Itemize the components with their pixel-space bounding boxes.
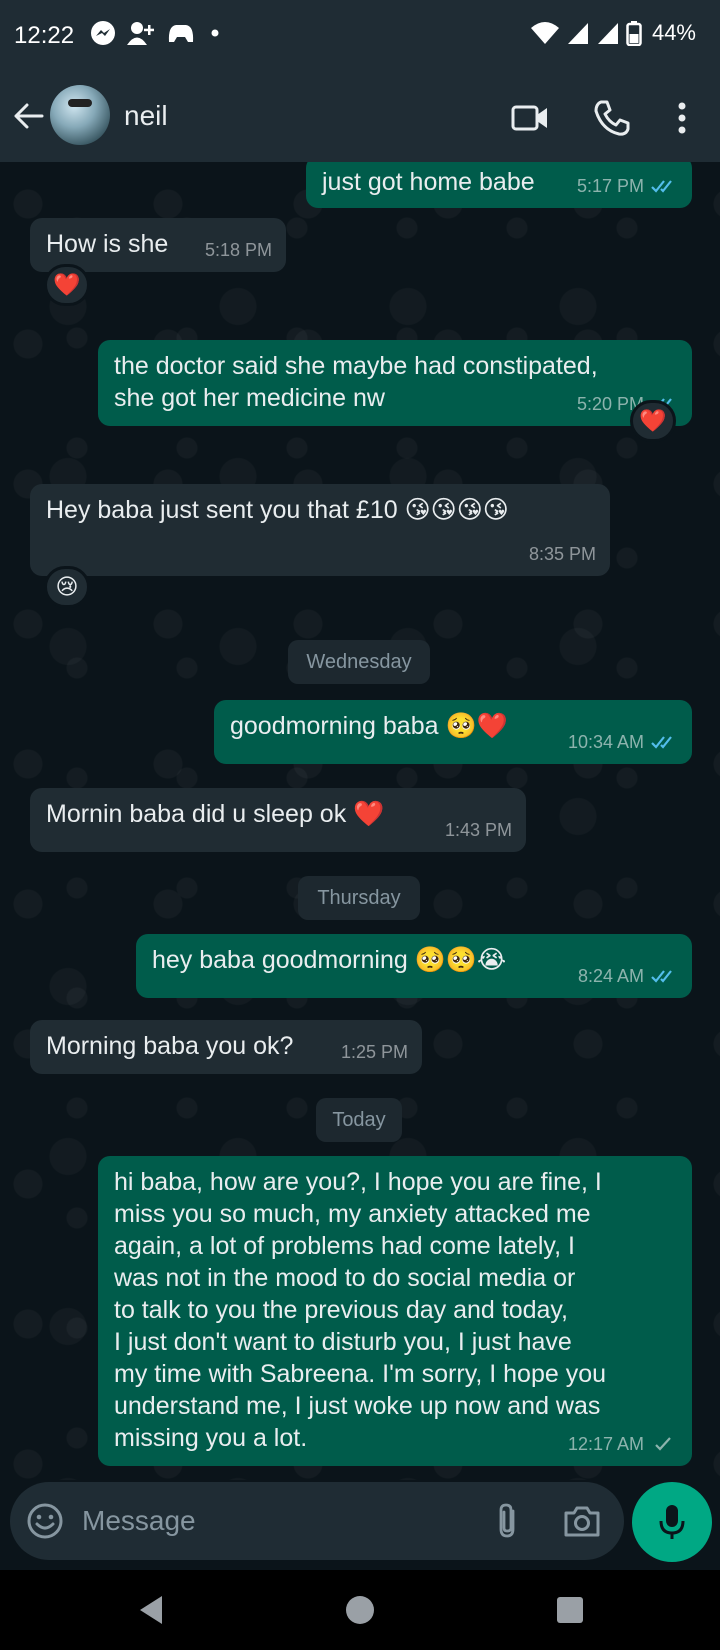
video-call-icon[interactable]: [510, 98, 550, 138]
message-time: 8:35 PM: [528, 544, 596, 564]
message-time: 1:43 PM: [444, 820, 512, 840]
message-meta: 5:17 PM: [577, 170, 678, 202]
message-time: 5:18 PM: [204, 240, 272, 260]
nav-recents-icon[interactable]: [552, 1592, 588, 1628]
message-bubble-incoming[interactable]: Hey baba just sent you that £10 😘😘😘😘 8:3…: [30, 484, 610, 576]
message-text: Hey baba just sent you that £10 😘😘😘😘: [46, 496, 509, 524]
back-arrow-icon[interactable]: [12, 98, 48, 134]
message-meta: 5:18 PM: [205, 234, 272, 266]
message-meta: 8:35 PM: [529, 538, 596, 570]
chat-header: neil: [0, 72, 720, 162]
contact-avatar[interactable]: [50, 85, 110, 145]
system-nav-bar: [0, 1570, 720, 1650]
double-check-icon: [651, 180, 672, 193]
message-reaction[interactable]: ❤️: [44, 264, 90, 306]
more-vert-icon[interactable]: [664, 98, 700, 138]
status-time: 12:22: [14, 22, 75, 49]
single-check-icon: [655, 1437, 671, 1451]
game-controller-icon: [168, 25, 194, 42]
message-time: 8:24 AM: [577, 966, 644, 986]
message-text: Mornin baba did u sleep ok ❤️: [46, 800, 385, 828]
chat-area[interactable]: just got home babe 5:17 PM How is she 5:…: [0, 162, 720, 1480]
phone-icon[interactable]: [592, 98, 632, 138]
message-meta: 10:34 AM: [568, 726, 678, 758]
message-bubble-outgoing[interactable]: hey baba goodmorning 🥺🥺😭 8:24 AM: [136, 934, 692, 998]
contact-name[interactable]: neil: [124, 100, 168, 132]
message-bubble-outgoing[interactable]: goodmorning baba 🥺❤️ 10:34 AM: [214, 700, 692, 764]
battery-icon: [626, 21, 642, 46]
message-bubble-incoming[interactable]: Mornin baba did u sleep ok ❤️ 1:43 PM: [30, 788, 526, 852]
message-bubble-incoming[interactable]: Morning baba you ok? 1:25 PM: [30, 1020, 422, 1074]
double-check-icon: [651, 970, 672, 983]
mic-button[interactable]: [632, 1482, 712, 1562]
message-reaction[interactable]: ❤️: [630, 400, 676, 442]
day-separator: Thursday: [298, 876, 420, 920]
nav-back-icon[interactable]: [134, 1592, 170, 1628]
message-time: 12:17 AM: [567, 1434, 644, 1454]
day-separator: Wednesday: [288, 640, 430, 684]
wifi-icon: [530, 22, 559, 44]
day-separator: Today: [316, 1098, 402, 1142]
signal-icon: [597, 23, 618, 44]
mic-icon: [659, 1505, 685, 1539]
composer-bar: [0, 1480, 720, 1570]
nav-home-icon[interactable]: [342, 1592, 378, 1628]
messenger-icon: [91, 21, 115, 45]
message-bubble-outgoing[interactable]: just got home babe 5:17 PM: [306, 162, 692, 208]
system-indicators: 44%: [530, 20, 696, 46]
message-composer: [10, 1482, 624, 1560]
double-check-icon: [651, 736, 672, 749]
message-time: 1:25 PM: [340, 1042, 408, 1062]
message-reaction[interactable]: 😢: [44, 566, 90, 608]
message-text: hi baba, how are you?, I hope you are fi…: [114, 1168, 607, 1452]
emoji-icon[interactable]: [26, 1502, 64, 1540]
battery-percentage: 44%: [651, 20, 696, 45]
message-input[interactable]: [82, 1498, 462, 1544]
message-meta: 8:24 AM: [578, 960, 678, 992]
dot-icon: [211, 29, 219, 37]
message-time: 10:34 AM: [567, 732, 644, 752]
add-person-icon: [127, 22, 154, 45]
message-meta: 1:25 PM: [341, 1036, 408, 1068]
message-time: 5:17 PM: [576, 176, 644, 196]
notification-icons: [90, 20, 224, 46]
status-bar: 12:22 44%: [0, 0, 720, 72]
camera-icon[interactable]: [562, 1502, 602, 1540]
message-bubble-outgoing[interactable]: hi baba, how are you?, I hope you are fi…: [98, 1156, 692, 1466]
attach-icon[interactable]: [490, 1502, 526, 1540]
message-meta: 12:17 AM: [568, 1428, 678, 1460]
message-meta: 1:43 PM: [445, 814, 512, 846]
message-bubble-outgoing[interactable]: the doctor said she maybe had constipate…: [98, 340, 692, 426]
signal-icon: [567, 23, 588, 44]
